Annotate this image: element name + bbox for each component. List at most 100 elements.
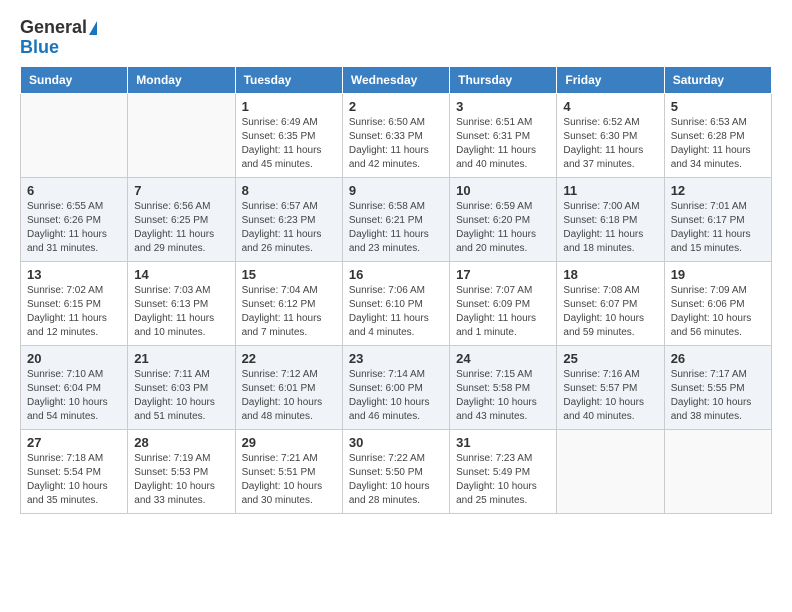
calendar-cell: 25 Sunrise: 7:16 AM Sunset: 5:57 PM Dayli… [557,345,664,429]
calendar-cell [557,429,664,513]
calendar-cell [128,93,235,177]
day-number: 29 [242,435,336,450]
day-info: Sunrise: 7:16 AM Sunset: 5:57 PM Dayligh… [563,368,657,424]
weekday-header-tuesday: Tuesday [235,66,342,93]
logo: General Blue [20,18,97,58]
day-info: Sunrise: 7:00 AM Sunset: 6:18 PM Dayligh… [563,200,657,256]
day-number: 20 [27,351,121,366]
calendar-cell: 17 Sunrise: 7:07 AM Sunset: 6:09 PM Dayli… [450,261,557,345]
day-info: Sunrise: 7:17 AM Sunset: 5:55 PM Dayligh… [671,368,765,424]
weekday-header-monday: Monday [128,66,235,93]
day-info: Sunrise: 7:15 AM Sunset: 5:58 PM Dayligh… [456,368,550,424]
weekday-header-row: SundayMondayTuesdayWednesdayThursdayFrid… [21,66,772,93]
header: General Blue [0,0,792,66]
calendar-cell: 8Sunrise: 6:57 AM Sunset: 6:23 PM Daylig… [235,177,342,261]
calendar-cell: 20 Sunrise: 7:10 AM Sunset: 6:04 PM Dayli… [21,345,128,429]
day-number: 9 [349,183,443,198]
calendar-table: SundayMondayTuesdayWednesdayThursdayFrid… [20,66,772,514]
day-number: 11 [563,183,657,198]
calendar-cell: 1Sunrise: 6:49 AM Sunset: 6:35 PM Daylig… [235,93,342,177]
calendar-wrapper: SundayMondayTuesdayWednesdayThursdayFrid… [0,66,792,524]
day-number: 15 [242,267,336,282]
day-info: Sunrise: 6:49 AM Sunset: 6:35 PM Dayligh… [242,116,336,172]
calendar-cell: 27 Sunrise: 7:18 AM Sunset: 5:54 PM Dayli… [21,429,128,513]
day-info: Sunrise: 7:07 AM Sunset: 6:09 PM Dayligh… [456,284,550,340]
day-info: Sunrise: 7:23 AM Sunset: 5:49 PM Dayligh… [456,452,550,508]
day-info: Sunrise: 6:50 AM Sunset: 6:33 PM Dayligh… [349,116,443,172]
day-info: Sunrise: 7:12 AM Sunset: 6:01 PM Dayligh… [242,368,336,424]
day-number: 10 [456,183,550,198]
calendar-cell: 13 Sunrise: 7:02 AM Sunset: 6:15 PM Dayli… [21,261,128,345]
day-info: Sunrise: 7:02 AM Sunset: 6:15 PM Dayligh… [27,284,121,340]
calendar-cell: 23 Sunrise: 7:14 AM Sunset: 6:00 PM Dayli… [342,345,449,429]
calendar-cell [664,429,771,513]
weekday-header-friday: Friday [557,66,664,93]
week-row-5: 27 Sunrise: 7:18 AM Sunset: 5:54 PM Dayli… [21,429,772,513]
day-number: 14 [134,267,228,282]
day-number: 17 [456,267,550,282]
day-info: Sunrise: 7:04 AM Sunset: 6:12 PM Dayligh… [242,284,336,340]
weekday-header-saturday: Saturday [664,66,771,93]
day-number: 18 [563,267,657,282]
day-info: Sunrise: 6:52 AM Sunset: 6:30 PM Dayligh… [563,116,657,172]
calendar-cell: 26 Sunrise: 7:17 AM Sunset: 5:55 PM Dayli… [664,345,771,429]
day-info: Sunrise: 7:14 AM Sunset: 6:00 PM Dayligh… [349,368,443,424]
logo-general-text: General [20,18,87,38]
calendar-cell: 3 Sunrise: 6:51 AM Sunset: 6:31 PM Daylig… [450,93,557,177]
day-number: 13 [27,267,121,282]
day-info: Sunrise: 7:01 AM Sunset: 6:17 PM Dayligh… [671,200,765,256]
day-info: Sunrise: 7:06 AM Sunset: 6:10 PM Dayligh… [349,284,443,340]
calendar-cell: 2 Sunrise: 6:50 AM Sunset: 6:33 PM Daylig… [342,93,449,177]
day-number: 26 [671,351,765,366]
calendar-cell: 14 Sunrise: 7:03 AM Sunset: 6:13 PM Dayli… [128,261,235,345]
weekday-header-wednesday: Wednesday [342,66,449,93]
day-number: 12 [671,183,765,198]
day-info: Sunrise: 7:10 AM Sunset: 6:04 PM Dayligh… [27,368,121,424]
day-number: 7 [134,183,228,198]
calendar-cell: 31 Sunrise: 7:23 AM Sunset: 5:49 PM Dayli… [450,429,557,513]
calendar-cell: 16 Sunrise: 7:06 AM Sunset: 6:10 PM Dayli… [342,261,449,345]
day-number: 6 [27,183,121,198]
day-info: Sunrise: 7:18 AM Sunset: 5:54 PM Dayligh… [27,452,121,508]
day-number: 27 [27,435,121,450]
week-row-3: 13 Sunrise: 7:02 AM Sunset: 6:15 PM Dayli… [21,261,772,345]
day-number: 3 [456,99,550,114]
day-info: Sunrise: 7:09 AM Sunset: 6:06 PM Dayligh… [671,284,765,340]
calendar-cell: 4 Sunrise: 6:52 AM Sunset: 6:30 PM Daylig… [557,93,664,177]
day-info: Sunrise: 7:03 AM Sunset: 6:13 PM Dayligh… [134,284,228,340]
calendar-cell: 22 Sunrise: 7:12 AM Sunset: 6:01 PM Dayli… [235,345,342,429]
day-number: 21 [134,351,228,366]
day-info: Sunrise: 6:55 AM Sunset: 6:26 PM Dayligh… [27,200,121,256]
day-number: 16 [349,267,443,282]
weekday-header-thursday: Thursday [450,66,557,93]
day-number: 31 [456,435,550,450]
day-number: 23 [349,351,443,366]
day-info: Sunrise: 7:21 AM Sunset: 5:51 PM Dayligh… [242,452,336,508]
calendar-cell: 30 Sunrise: 7:22 AM Sunset: 5:50 PM Dayli… [342,429,449,513]
day-number: 4 [563,99,657,114]
day-info: Sunrise: 6:51 AM Sunset: 6:31 PM Dayligh… [456,116,550,172]
day-info: Sunrise: 6:56 AM Sunset: 6:25 PM Dayligh… [134,200,228,256]
day-info: Sunrise: 6:58 AM Sunset: 6:21 PM Dayligh… [349,200,443,256]
day-number: 24 [456,351,550,366]
calendar-cell: 18Sunrise: 7:08 AM Sunset: 6:07 PM Dayli… [557,261,664,345]
calendar-cell: 29 Sunrise: 7:21 AM Sunset: 5:51 PM Dayli… [235,429,342,513]
week-row-2: 6 Sunrise: 6:55 AM Sunset: 6:26 PM Daylig… [21,177,772,261]
day-number: 25 [563,351,657,366]
calendar-cell: 10 Sunrise: 6:59 AM Sunset: 6:20 PM Dayli… [450,177,557,261]
weekday-header-sunday: Sunday [21,66,128,93]
day-info: Sunrise: 7:22 AM Sunset: 5:50 PM Dayligh… [349,452,443,508]
day-info: Sunrise: 6:59 AM Sunset: 6:20 PM Dayligh… [456,200,550,256]
day-number: 2 [349,99,443,114]
calendar-cell: 7 Sunrise: 6:56 AM Sunset: 6:25 PM Daylig… [128,177,235,261]
day-info: Sunrise: 7:19 AM Sunset: 5:53 PM Dayligh… [134,452,228,508]
day-number: 22 [242,351,336,366]
calendar-cell: 28 Sunrise: 7:19 AM Sunset: 5:53 PM Dayli… [128,429,235,513]
calendar-cell: 11 Sunrise: 7:00 AM Sunset: 6:18 PM Dayli… [557,177,664,261]
logo-triangle-icon [89,21,97,35]
day-number: 30 [349,435,443,450]
calendar-cell: 15 Sunrise: 7:04 AM Sunset: 6:12 PM Dayli… [235,261,342,345]
calendar-cell: 24 Sunrise: 7:15 AM Sunset: 5:58 PM Dayli… [450,345,557,429]
day-info: Sunrise: 6:57 AM Sunset: 6:23 PM Dayligh… [242,200,336,256]
day-number: 28 [134,435,228,450]
